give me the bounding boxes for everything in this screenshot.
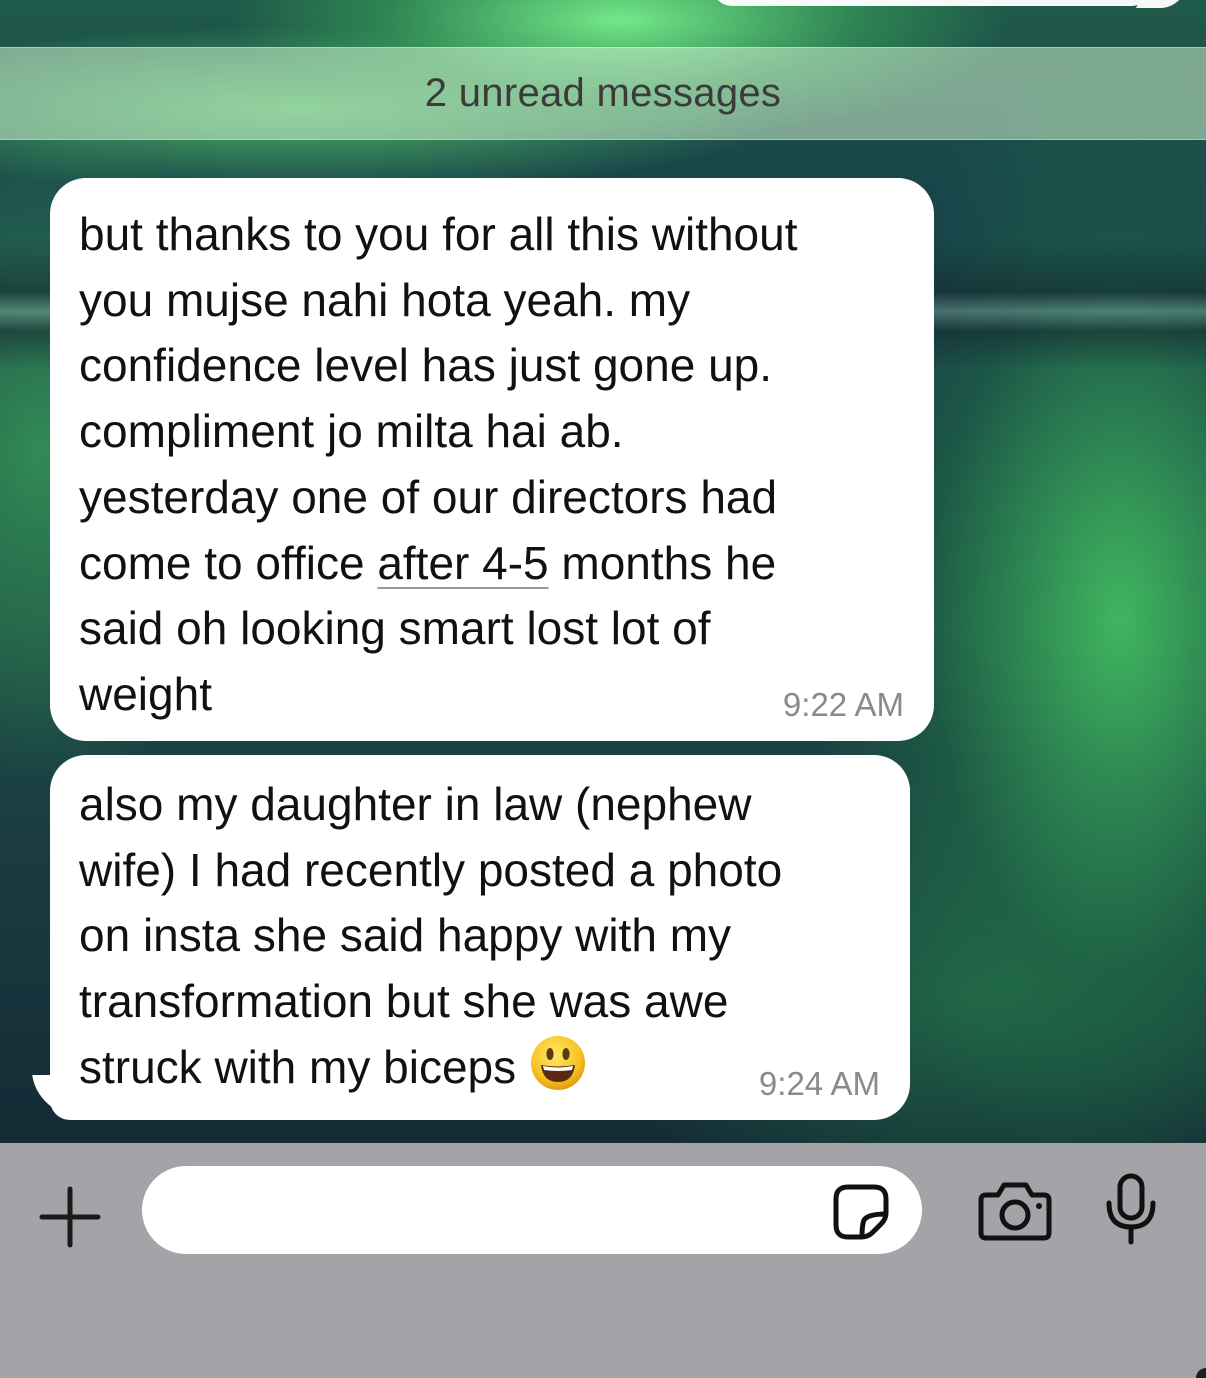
incoming-message-bubble[interactable]: but thanks to you for all this without y… <box>50 178 934 741</box>
message-line: come to office after 4-5 months he <box>79 531 904 597</box>
unread-messages-label: 2 unread messages <box>424 71 782 115</box>
message-line: compliment jo milta hai ab. <box>79 405 624 458</box>
attach-button[interactable] <box>36 1183 104 1251</box>
microphone-icon <box>1106 1173 1156 1245</box>
message-line: also my daughter in law (nephew <box>79 778 752 830</box>
message-input[interactable] <box>142 1166 922 1254</box>
message-timestamp: 9:24 AM <box>758 1065 880 1102</box>
sticker-icon <box>833 1184 889 1240</box>
message-line: wife) I had recently posted a photo <box>79 843 783 896</box>
camera-button[interactable] <box>978 1179 1052 1243</box>
sticker-button[interactable] <box>832 1183 890 1241</box>
unread-messages-banner: 2 unread messages <box>0 47 1206 140</box>
message-composer-bar <box>0 1143 1206 1378</box>
message-line: transformation but she was awe <box>79 975 729 1028</box>
incoming-message-bubble[interactable]: also my daughter in law (nephew wife) I … <box>50 755 910 1120</box>
message-line: on insta she said happy with my <box>79 909 732 962</box>
voice-message-button[interactable] <box>1104 1173 1158 1245</box>
message-text: come to office <box>79 536 378 589</box>
previous-message-bubble <box>712 0 1152 6</box>
previous-message-tail <box>1135 0 1185 8</box>
camera-icon <box>978 1182 1052 1241</box>
message-timestamp: 9:22 AM <box>782 686 904 723</box>
screen-corner <box>1196 1368 1206 1378</box>
message-line: weight <box>79 667 212 720</box>
grinning-face-emoji <box>530 1035 586 1091</box>
date-link[interactable]: after 4-5 <box>377 537 548 589</box>
message-text: months he <box>548 536 777 589</box>
plus-icon <box>39 1186 101 1248</box>
message-line: said oh looking smart lost lot of <box>79 602 711 655</box>
message-line: you mujse nahi hota yeah. my <box>79 273 691 326</box>
message-line: confidence level has just gone up. <box>79 339 773 392</box>
message-line: yesterday one of our directors had <box>79 470 778 523</box>
message-line: but thanks to you for all this without <box>79 208 798 260</box>
message-text: struck with my biceps <box>79 1040 517 1093</box>
